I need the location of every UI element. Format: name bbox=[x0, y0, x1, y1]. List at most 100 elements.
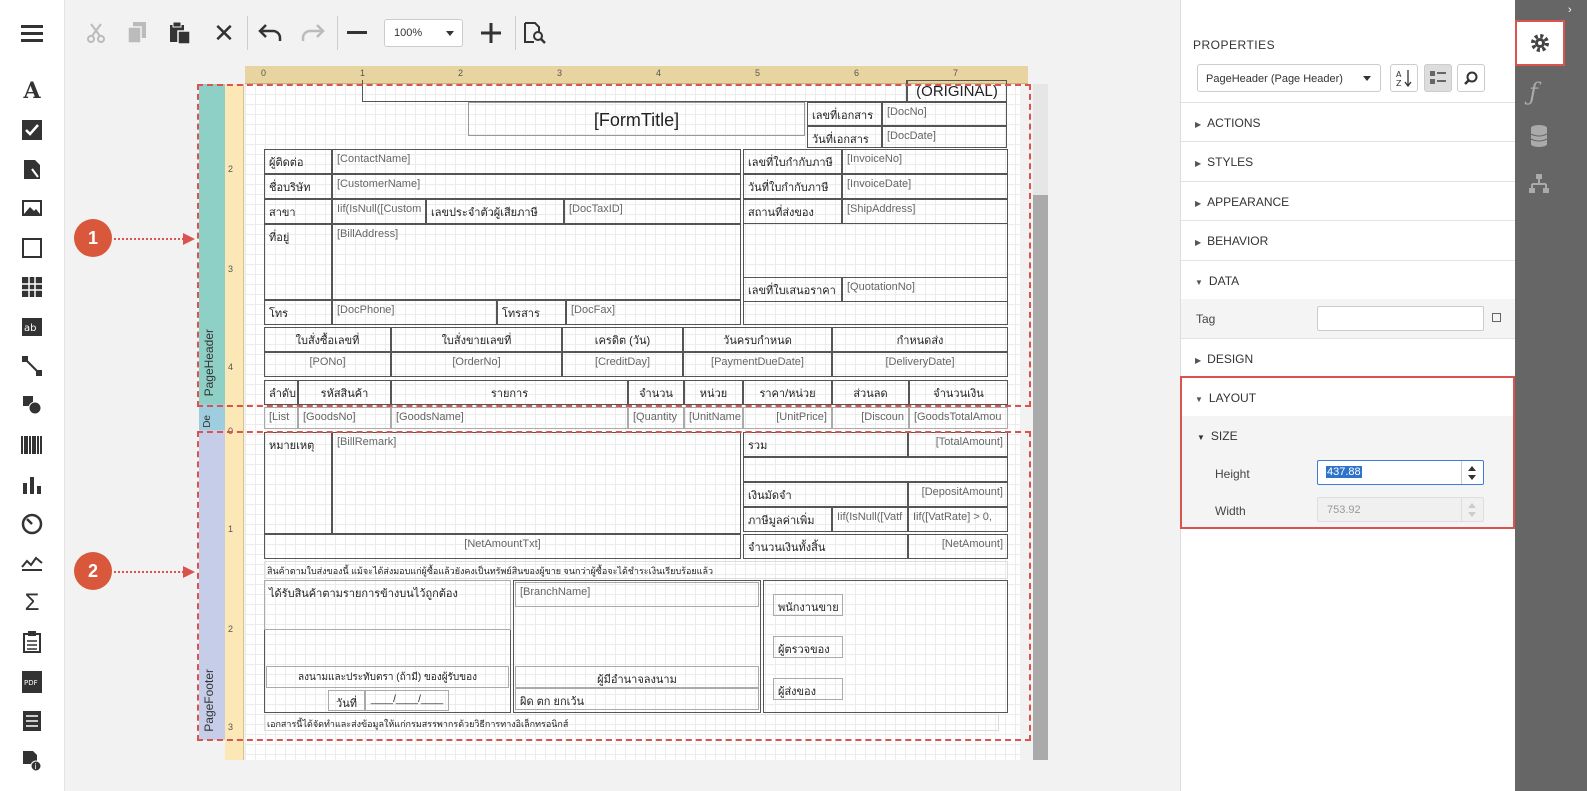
callout-arrow-line bbox=[114, 238, 184, 240]
arrow-right-icon bbox=[183, 566, 195, 578]
copy-icon[interactable] bbox=[122, 18, 152, 48]
delete-icon[interactable]: ✕ bbox=[209, 18, 239, 48]
section-styles[interactable]: ▶ STYLES bbox=[1181, 141, 1516, 180]
gear-icon bbox=[1531, 34, 1549, 52]
detail-cell[interactable]: [GoodsNo] bbox=[298, 407, 391, 429]
cut-icon[interactable] bbox=[81, 18, 111, 48]
section-behavior[interactable]: ▶ BEHAVIOR bbox=[1181, 220, 1516, 259]
collapse-arrow-icon[interactable]: › bbox=[1568, 4, 1572, 16]
gauge-tool-icon[interactable] bbox=[18, 510, 46, 538]
sort-alphabetical-icon[interactable]: AZ bbox=[1390, 64, 1418, 92]
chevron-down-icon bbox=[1363, 76, 1371, 81]
tag-input[interactable] bbox=[1317, 306, 1484, 331]
layout-highlight bbox=[1180, 376, 1515, 529]
toolbox: A ab Σ PDF i bbox=[0, 0, 65, 791]
database-icon[interactable] bbox=[1530, 124, 1548, 153]
categorized-view-icon[interactable] bbox=[1424, 64, 1452, 92]
tag-row: Tag bbox=[1181, 299, 1516, 338]
band-label: De bbox=[202, 415, 213, 428]
report-explorer-icon[interactable] bbox=[1528, 173, 1550, 200]
section-label: BEHAVIOR bbox=[1207, 234, 1269, 248]
caret-right-icon: ▶ bbox=[1195, 238, 1202, 247]
detail-cell[interactable]: [UnitPrice] bbox=[743, 407, 832, 429]
character-comb-tool-icon[interactable]: ab bbox=[18, 313, 46, 341]
svg-text:Z: Z bbox=[1396, 79, 1402, 87]
shape-tool-icon[interactable] bbox=[18, 391, 46, 419]
toolbar: ✕ 100% bbox=[65, 0, 1180, 66]
ruler-tick: 3 bbox=[557, 68, 563, 78]
caret-right-icon: ▶ bbox=[1195, 120, 1202, 129]
paste-icon[interactable] bbox=[165, 18, 195, 48]
page-header-highlight bbox=[197, 84, 1031, 407]
caret-right-icon: ▶ bbox=[1195, 356, 1202, 365]
ruler-tick: 2 bbox=[458, 68, 464, 78]
properties-tab[interactable] bbox=[1515, 20, 1565, 66]
section-label: APPEARANCE bbox=[1207, 195, 1290, 209]
detail-band[interactable]: De bbox=[199, 404, 225, 430]
detail-cell[interactable]: [GoodsName] bbox=[391, 407, 628, 429]
right-rail: › ƒ bbox=[1515, 0, 1587, 791]
zoom-in-icon[interactable] bbox=[476, 18, 506, 48]
separator bbox=[247, 16, 248, 50]
svg-text:i: i bbox=[35, 762, 37, 771]
section-label: DESIGN bbox=[1207, 352, 1254, 366]
pdf-content-tool-icon[interactable]: PDF bbox=[18, 668, 46, 696]
section-data[interactable]: ▼ DATA bbox=[1181, 260, 1516, 299]
subreport-tool-icon[interactable] bbox=[18, 628, 46, 656]
panel-tool-icon[interactable] bbox=[18, 234, 46, 262]
svg-text:ab: ab bbox=[24, 323, 36, 334]
barcode-tool-icon[interactable] bbox=[18, 431, 46, 459]
panel-title: PROPERTIES bbox=[1193, 38, 1276, 52]
detail-cell[interactable]: [List bbox=[264, 407, 298, 429]
section-label: DATA bbox=[1208, 274, 1240, 288]
zoom-value: 100% bbox=[394, 27, 423, 39]
separator bbox=[337, 16, 338, 50]
detail-cell[interactable]: [Quantity bbox=[628, 407, 684, 429]
ruler-tick: 6 bbox=[854, 68, 860, 78]
separator bbox=[515, 16, 516, 50]
label-tool-icon[interactable]: A bbox=[18, 77, 46, 105]
chart-tool-icon[interactable] bbox=[18, 470, 46, 498]
zoom-select[interactable]: 100% bbox=[384, 19, 463, 47]
page-info-tool-icon[interactable]: i bbox=[18, 747, 46, 775]
arrow-right-icon bbox=[183, 233, 195, 245]
selected-component: PageHeader (Page Header) bbox=[1206, 73, 1343, 85]
caret-right-icon: ▶ bbox=[1195, 199, 1202, 208]
summary-tool-icon[interactable]: Σ bbox=[18, 589, 46, 617]
caret-down-icon: ▼ bbox=[1195, 278, 1203, 287]
caret-right-icon: ▶ bbox=[1195, 159, 1202, 168]
undo-icon[interactable] bbox=[255, 18, 285, 48]
zoom-out-icon[interactable] bbox=[342, 18, 372, 48]
table-tool-icon[interactable] bbox=[18, 273, 46, 301]
ruler-tick: 1 bbox=[360, 68, 366, 78]
section-design[interactable]: ▶ DESIGN bbox=[1181, 338, 1516, 377]
callout-badge-1: 1 bbox=[74, 219, 112, 257]
hamburger-menu-icon[interactable] bbox=[18, 19, 46, 47]
section-actions[interactable]: ▶ ACTIONS bbox=[1181, 102, 1516, 141]
page-footer-highlight bbox=[197, 431, 1031, 741]
ruler-tick: 0 bbox=[261, 68, 267, 78]
detail-cell[interactable]: [Discoun bbox=[832, 407, 909, 429]
component-select[interactable]: PageHeader (Page Header) bbox=[1197, 64, 1381, 92]
checkbox-tool-icon[interactable] bbox=[18, 116, 46, 144]
detail-cell[interactable]: [GoodsTotalAmou bbox=[909, 407, 1008, 429]
expressions-tab-icon[interactable]: ƒ bbox=[1529, 78, 1538, 106]
redo-icon[interactable] bbox=[298, 18, 328, 48]
table-of-contents-tool-icon[interactable] bbox=[18, 707, 46, 735]
property-marker-icon[interactable] bbox=[1492, 313, 1501, 322]
ruler-tick: 7 bbox=[953, 68, 959, 78]
svg-text:PDF: PDF bbox=[24, 679, 38, 687]
search-icon[interactable] bbox=[1457, 64, 1485, 92]
section-appearance[interactable]: ▶ APPEARANCE bbox=[1181, 181, 1516, 220]
line-tool-icon[interactable] bbox=[18, 352, 46, 380]
detail-cell[interactable]: [UnitName bbox=[684, 407, 743, 429]
scrollbar-thumb[interactable] bbox=[1033, 195, 1048, 760]
sparkline-tool-icon[interactable] bbox=[18, 549, 46, 577]
rich-text-tool-icon[interactable] bbox=[18, 155, 46, 183]
section-label: ACTIONS bbox=[1207, 116, 1261, 130]
svg-text:A: A bbox=[1396, 70, 1402, 79]
section-label: STYLES bbox=[1207, 155, 1254, 169]
picture-tool-icon[interactable] bbox=[18, 194, 46, 222]
preview-icon[interactable] bbox=[520, 18, 550, 48]
tag-label: Tag bbox=[1196, 312, 1216, 326]
